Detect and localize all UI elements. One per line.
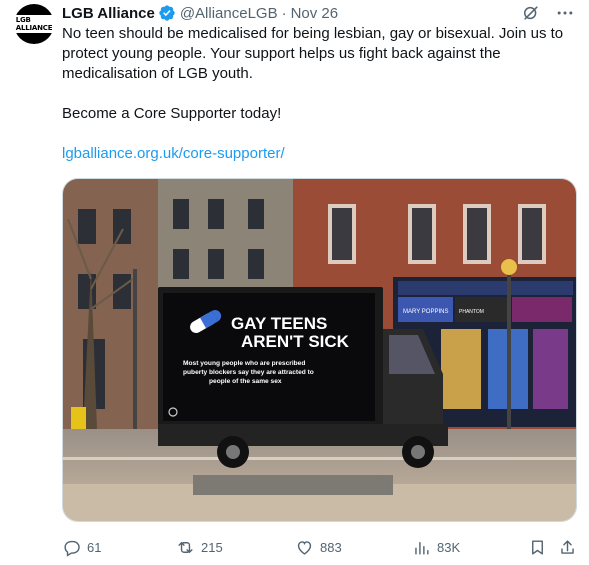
billboard-sub-1: Most young people who are prescribed	[183, 360, 305, 367]
header-actions	[521, 3, 575, 23]
billboard-headline-1: GAY TEENS	[231, 314, 327, 333]
sign-phantom: PHANTOM	[459, 309, 484, 315]
tweet-image[interactable]: MARY POPPINS PHANTOM GAY TEENS AREN'T SI…	[62, 178, 577, 522]
street-photo: MARY POPPINS PHANTOM GAY TEENS AREN'T SI…	[63, 179, 576, 521]
sign-mary-poppins: MARY POPPINS	[403, 309, 448, 315]
billboard-headline-2: AREN'T SICK	[241, 332, 350, 351]
timestamp[interactable]: Nov 26	[291, 5, 339, 22]
avatar-logo: LGB ALLIANCE	[13, 15, 55, 33]
author-name[interactable]: LGB Alliance	[62, 5, 155, 22]
billboard-sub-2: puberty blockers say they are attracted …	[183, 369, 314, 376]
tweet: LGB ALLIANCE LGB Alliance @AllianceLGB ·…	[0, 0, 589, 565]
tweet-paragraph-1: No teen should be medicalised for being …	[62, 25, 564, 82]
like-count: 883	[320, 539, 342, 555]
more-options-icon[interactable]	[555, 3, 575, 23]
share-icon	[561, 539, 574, 554]
tweet-actions: 61 215 883 83K	[62, 536, 582, 558]
tweet-paragraph-2: Become a Core Supporter today!	[62, 105, 282, 122]
heart-icon	[297, 540, 312, 555]
verified-badge-icon	[158, 4, 176, 22]
bookmark-icon	[532, 539, 543, 555]
separator-dot: ·	[281, 4, 287, 22]
repost-icon	[178, 541, 193, 553]
reply-button[interactable]: 61	[62, 538, 101, 557]
bookmark-button[interactable]	[528, 538, 547, 557]
reply-count: 61	[87, 539, 102, 555]
repost-count: 215	[201, 539, 223, 555]
author-handle[interactable]: @AllianceLGB	[180, 5, 278, 22]
reply-icon	[64, 540, 80, 557]
tweet-link[interactable]: lgballiance.org.uk/core-supporter/	[62, 145, 285, 162]
like-button[interactable]: 883	[295, 538, 342, 557]
share-button[interactable]	[558, 538, 577, 557]
billboard-sub-3: people of the same sex	[209, 378, 282, 385]
views-button[interactable]: 83K	[412, 538, 460, 557]
grok-icon[interactable]	[521, 3, 541, 23]
repost-button[interactable]: 215	[176, 538, 223, 557]
views-count: 83K	[437, 539, 461, 555]
views-icon	[415, 541, 429, 555]
avatar[interactable]: LGB ALLIANCE	[13, 4, 55, 44]
tweet-header: LGB Alliance @AllianceLGB · Nov 26	[62, 3, 575, 23]
tweet-text: No teen should be medicalised for being …	[62, 24, 577, 164]
